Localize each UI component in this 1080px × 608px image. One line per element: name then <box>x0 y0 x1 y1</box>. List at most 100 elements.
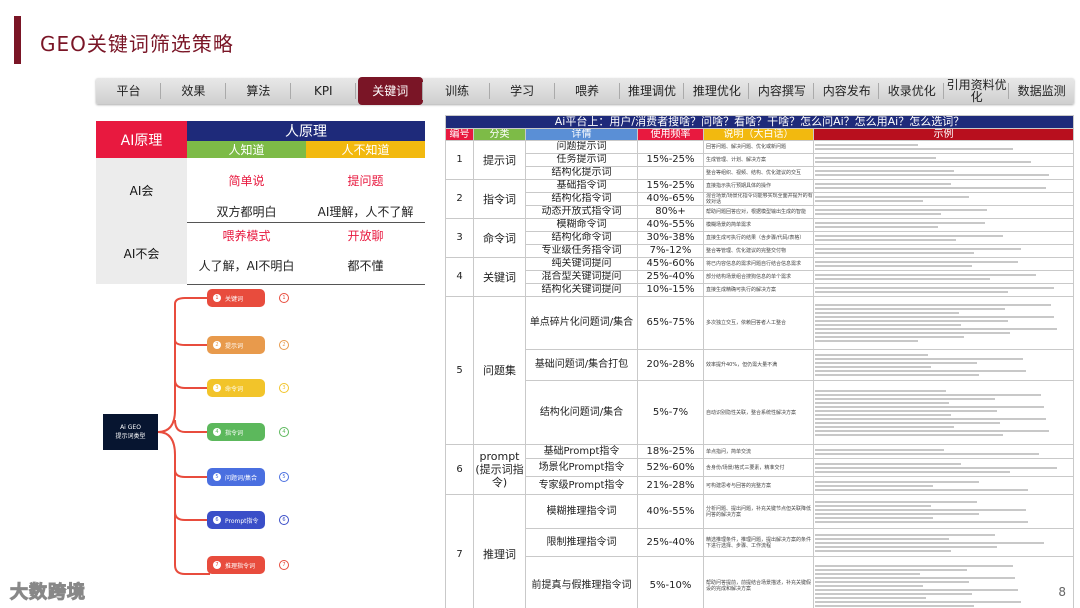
col-header-no: 编号 <box>445 128 474 141</box>
detail-cell: 基础问题词/集合打包 <box>525 349 638 381</box>
example-text-line <box>815 429 1049 432</box>
tab-bar: 平台 效果 算法 KPI 关键词 训练 学习 喂养 推理调优 推理优化 内容撰写 内容发布 收录优化 引用… <box>96 77 1074 105</box>
tab-item[interactable]: 算法 <box>226 78 291 104</box>
example-text-line <box>815 324 962 326</box>
tab-item[interactable]: 训练 <box>425 78 490 104</box>
table-row: 任务提示词 15%-25% 生成管理、计划、解决方案 <box>446 153 1075 167</box>
example-text-line <box>815 239 957 241</box>
tab-item[interactable]: 内容撰写 <box>749 78 815 104</box>
tab-item[interactable]: KPI <box>291 78 356 104</box>
group-category: 推理词 <box>473 494 526 608</box>
example-cell <box>812 205 1075 219</box>
tab-item[interactable]: 推理优化 <box>684 78 750 104</box>
example-text-line <box>815 393 1042 396</box>
example-cell <box>812 192 1075 206</box>
group-number: 3 <box>445 218 474 258</box>
frequency-cell: 45%-60% <box>637 257 704 271</box>
group-number: 4 <box>445 257 474 297</box>
example-text-line <box>815 265 972 267</box>
node-ring: 7 <box>279 560 289 570</box>
cell-ask-question: 提问题 <box>347 173 384 188</box>
example-text-line <box>815 397 995 400</box>
cell-ai-understands: AI理解，人不了解 <box>306 202 425 223</box>
example-cell <box>812 349 1075 381</box>
example-cell <box>812 153 1075 167</box>
example-text-line <box>815 370 1026 372</box>
col-header-category: 分类 <box>473 128 526 141</box>
node-label: Prompt指令 <box>225 517 259 525</box>
example-text-line <box>815 584 923 587</box>
example-text-line <box>815 462 962 465</box>
node-ring: 6 <box>279 515 289 525</box>
frequency-cell: 40%-55% <box>637 494 704 529</box>
human-not-know-header: 人不知道 <box>306 141 425 158</box>
cell-both-understand: 双方都明白 <box>187 202 306 223</box>
table-row: 动态开放式指令词 80%+ 帮助问题回答应对，根据模型输出生成的智能 <box>446 205 1075 219</box>
example-text-line <box>815 568 967 571</box>
group-number: 7 <box>445 494 474 608</box>
example-text-line <box>815 504 931 507</box>
example-text-line <box>815 196 970 198</box>
explanation-cell: 精选推理条件，推理问题，提出解决方案的条件下进行选择、步骤、工作流程 <box>703 528 814 557</box>
frequency-cell: 5%-10% <box>637 556 704 608</box>
example-text-line <box>815 484 934 487</box>
tab-item[interactable]: 关键词 <box>357 77 423 105</box>
example-text-line <box>815 533 995 536</box>
cell-human-understands: 人了解，AI不明白 <box>187 248 306 285</box>
tab-item[interactable]: 平台 <box>96 78 161 104</box>
mindmap-node: 7 推理指令词 <box>207 556 265 574</box>
table-row: 结构化问题词/集合 5%-7% 自动识别隐性关联，整合系统性解决方案 <box>446 380 1075 445</box>
detail-cell: 结构化问题词/集合 <box>525 380 638 445</box>
detail-cell: 结构化提示词 <box>525 166 638 180</box>
node-label: 命令词 <box>225 385 244 393</box>
example-text-line <box>815 572 921 575</box>
tab-item[interactable]: 效果 <box>161 78 226 104</box>
example-text-line <box>815 417 1047 420</box>
frequency-cell: 30%-38% <box>637 231 704 245</box>
detail-cell: 单点碎片化问题词/集合 <box>525 296 638 350</box>
human-principle-header: 人原理 <box>187 121 425 141</box>
frequency-cell: 80%+ <box>637 205 704 219</box>
example-text-line <box>815 304 1052 306</box>
mindmap-node: 6 Prompt指令 <box>207 511 265 529</box>
tab-item[interactable]: 收录优化 <box>879 78 945 104</box>
tab-item[interactable]: 内容发布 <box>814 78 880 104</box>
example-text-line <box>815 183 952 185</box>
node-label: 提示词 <box>225 342 244 350</box>
example-cell <box>812 283 1075 297</box>
example-text-line <box>815 358 1024 360</box>
example-text-line <box>815 405 1044 408</box>
explanation-cell: 部分结构场景组合搜狗信息的单个需求 <box>703 270 814 284</box>
tab-item[interactable]: 喂养 <box>555 78 620 104</box>
detail-cell: 纯关键词提问 <box>525 257 638 271</box>
example-text-line <box>815 576 1016 579</box>
example-text-line <box>815 148 1013 150</box>
table-row: 7 推理词 模糊推理指令词 40%-55% 分析问题、提出问题，补充关键节点但关联降低问… <box>445 494 1075 608</box>
example-text-line <box>815 596 926 599</box>
example-text-line <box>815 278 990 280</box>
node-ring: 4 <box>279 427 289 437</box>
node-number: 4 <box>213 428 221 436</box>
example-text-line <box>815 433 1003 436</box>
frequency-cell: 25%-40% <box>637 528 704 557</box>
example-cell <box>812 218 1075 232</box>
explanation-cell: 帮助问题回答应对，根据模型输出生成的智能 <box>703 205 814 219</box>
tab-item[interactable]: 数据监测 <box>1009 78 1074 104</box>
table-row: 结构化指令词 40%-65% 混合场景/场景化指令词能够实现全面并提升的有效对话 <box>446 192 1075 206</box>
mindmap-node: 5 问题词/集合 <box>207 468 265 486</box>
example-text-line <box>815 500 977 503</box>
tab-item[interactable]: 推理调优 <box>620 78 685 104</box>
explanation-cell: 将已内容信息的需求问题自行结合信息需求 <box>703 257 814 271</box>
example-cell <box>812 296 1075 350</box>
human-knows-header: 人知道 <box>187 141 306 158</box>
explanation-cell: 直接指示执行预期具体的操作 <box>703 179 814 193</box>
brand-logo: 大数跨境 <box>10 582 86 604</box>
frequency-cell: 40%-65% <box>637 192 704 206</box>
tab-item[interactable]: 引用资料优化 <box>944 78 1010 104</box>
table-row: 专业级任务指令词 7%-12% 整合等管理、优化建议的完整交付物 <box>446 244 1075 258</box>
frequency-cell: 52%-60% <box>637 458 704 477</box>
table-row: 5 问题集 单点碎片化问题词/集合 65%-75% 多次独立交互，依赖回答者人工整合 <box>445 296 1075 445</box>
tab-item[interactable]: 学习 <box>490 78 555 104</box>
example-text-line <box>815 174 1049 176</box>
example-cell <box>812 444 1075 459</box>
